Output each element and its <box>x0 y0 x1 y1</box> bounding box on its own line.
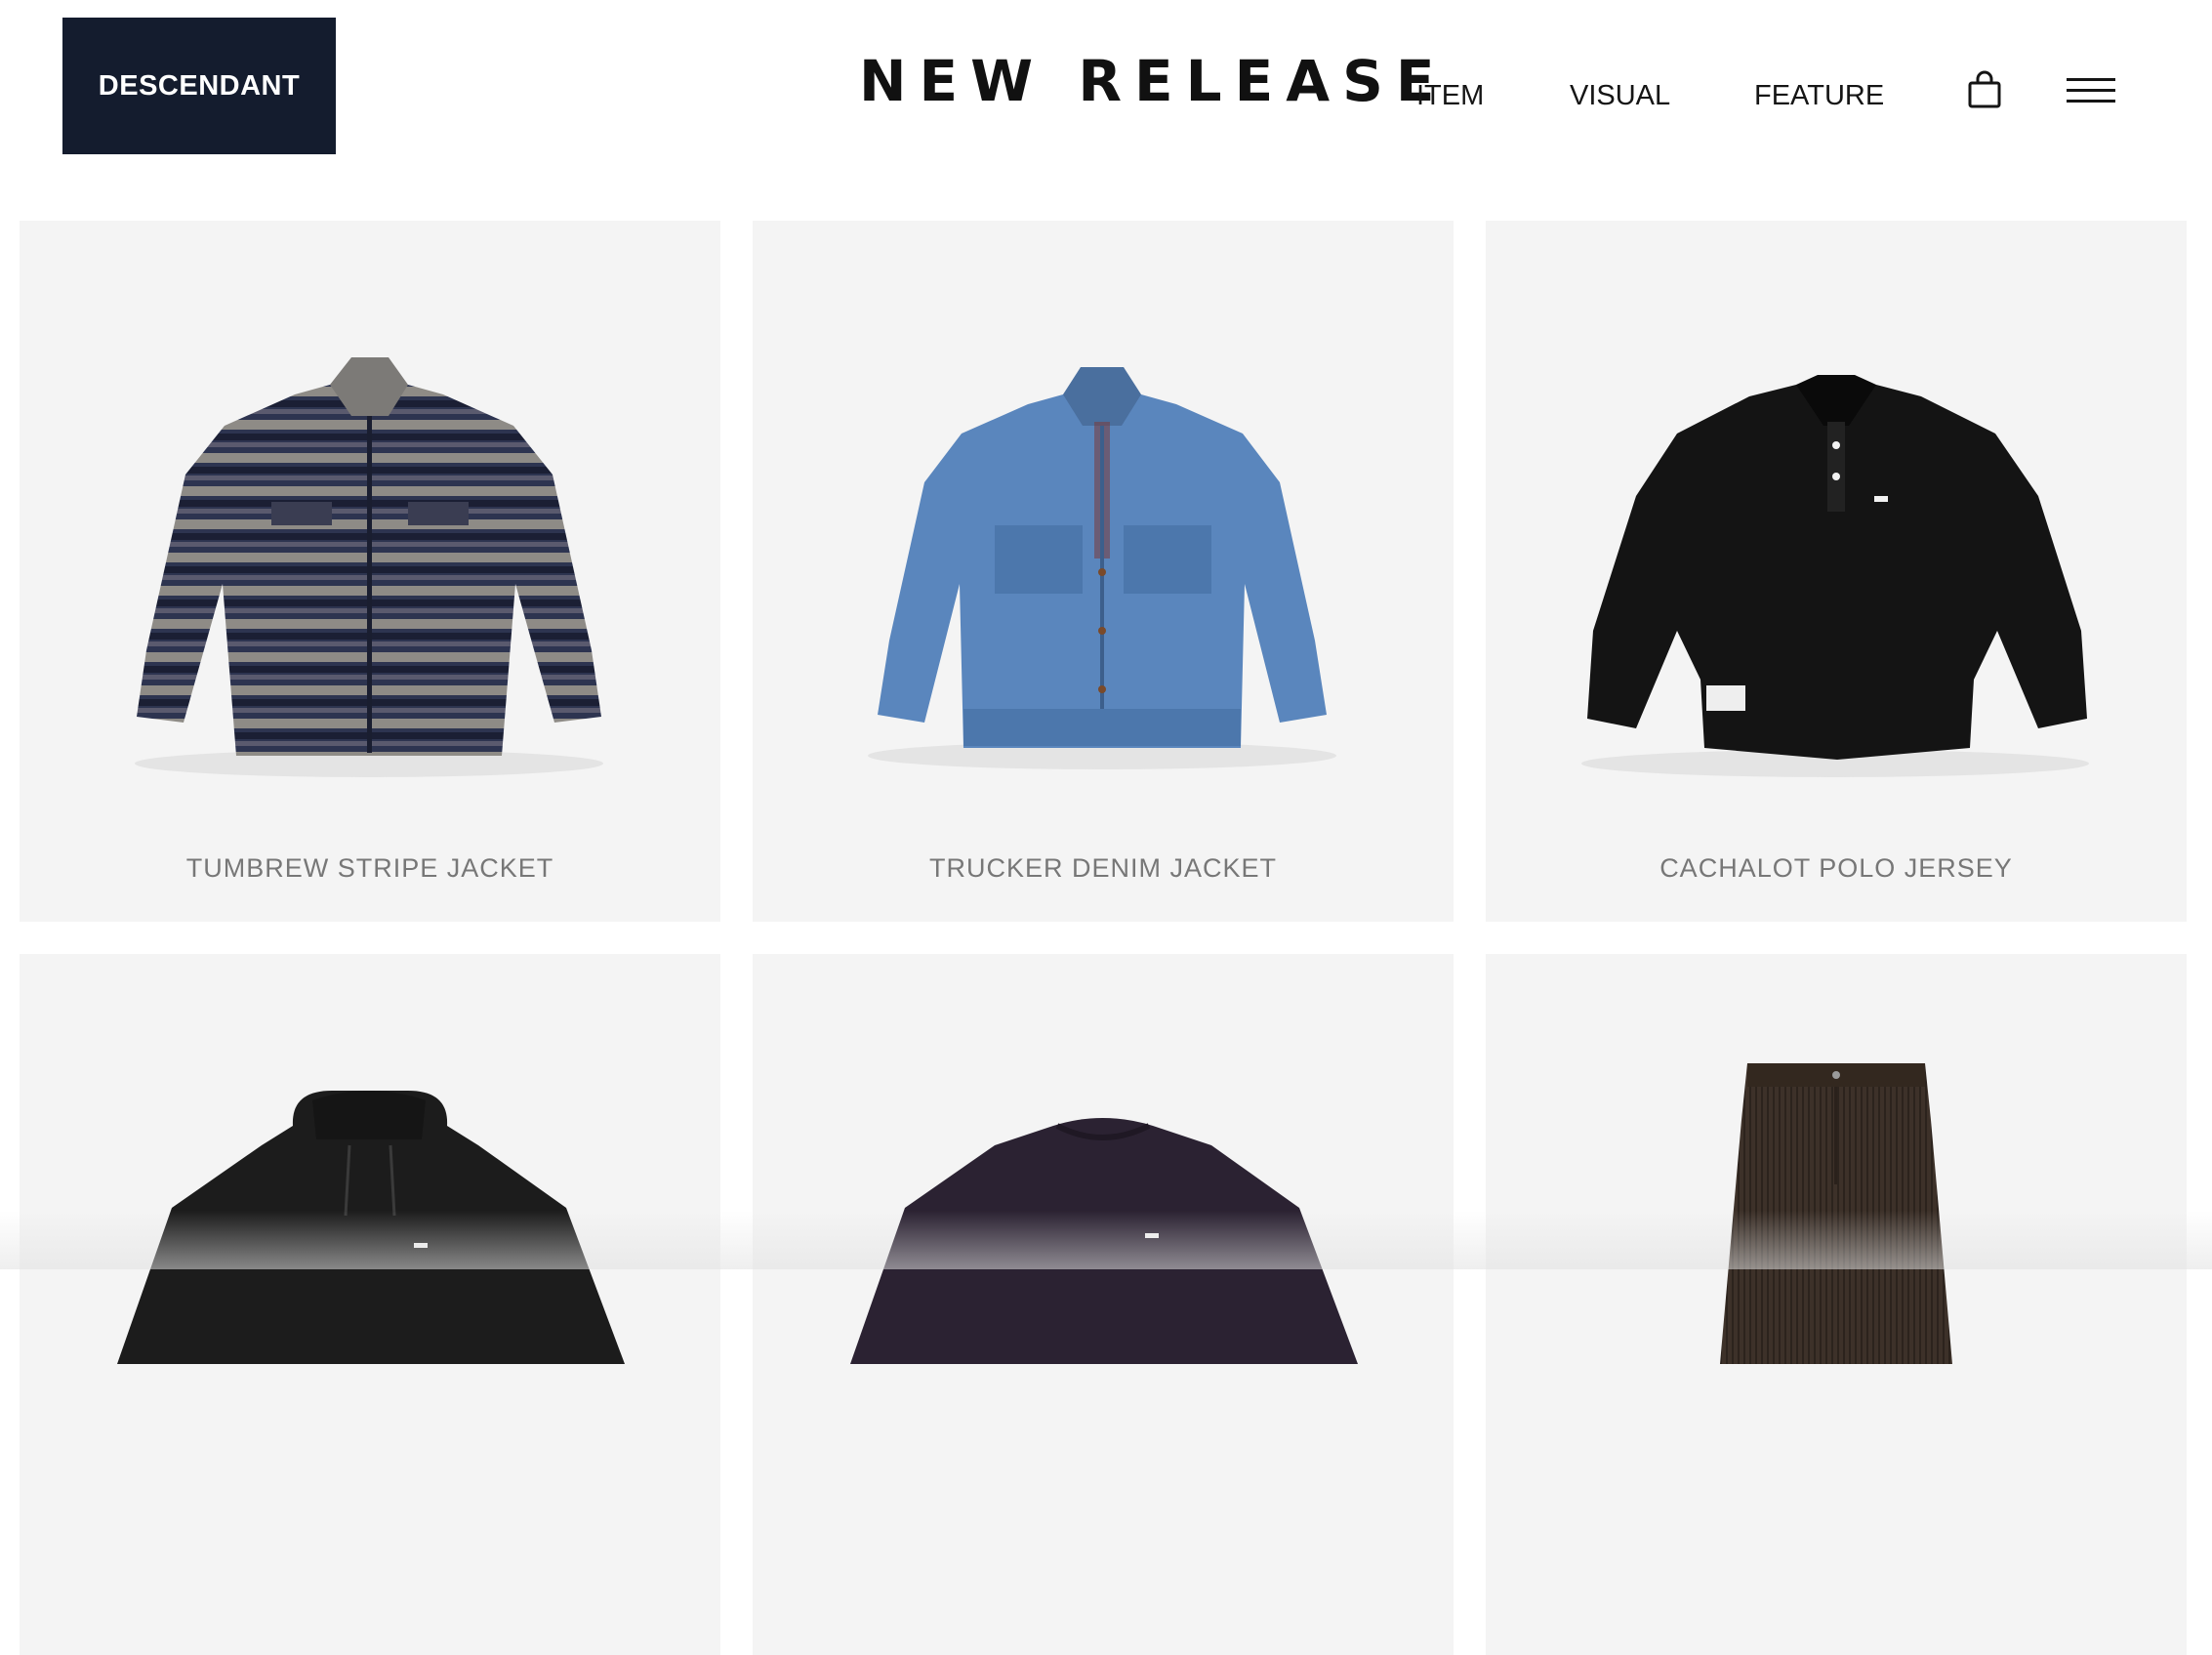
brand-logo-text: DESCENDANT <box>98 69 301 102</box>
product-name: TUMBREW STRIPE JACKET <box>185 853 554 883</box>
product-card[interactable] <box>753 954 1454 1655</box>
product-name: TRUCKER DENIM JACKET <box>928 853 1278 883</box>
hamburger-menu-icon[interactable] <box>2067 76 2115 105</box>
black-hoodie-image <box>117 1091 625 1364</box>
product-grid: TUMBREW STRIPE JACKET TRUCKER DENIM JACK… <box>20 221 2187 1655</box>
brown-corduroy-image <box>1720 1063 1952 1364</box>
product-card[interactable] <box>20 954 720 1655</box>
black-polo-image <box>1581 375 2089 777</box>
purple-crewneck-image <box>850 1118 1358 1364</box>
nav-item[interactable]: ITEM <box>1416 76 1484 115</box>
denim-jacket-image <box>868 367 1336 769</box>
product-name: CACHALOT POLO JERSEY <box>1659 853 2013 883</box>
brand-logo[interactable]: DESCENDANT <box>62 18 336 154</box>
product-card[interactable]: CACHALOT POLO JERSEY <box>1486 221 2187 922</box>
striped-jacket-image <box>135 357 603 777</box>
nav-feature[interactable]: FEATURE <box>1754 76 1884 115</box>
product-card[interactable] <box>1486 954 2187 1655</box>
shopping-bag-icon[interactable] <box>1966 70 2003 109</box>
nav-visual[interactable]: VISUAL <box>1570 76 1670 115</box>
product-card[interactable]: TRUCKER DENIM JACKET <box>753 221 1454 922</box>
page-title: NEW RELEASE <box>859 48 1448 114</box>
product-card[interactable]: TUMBREW STRIPE JACKET <box>20 221 720 922</box>
